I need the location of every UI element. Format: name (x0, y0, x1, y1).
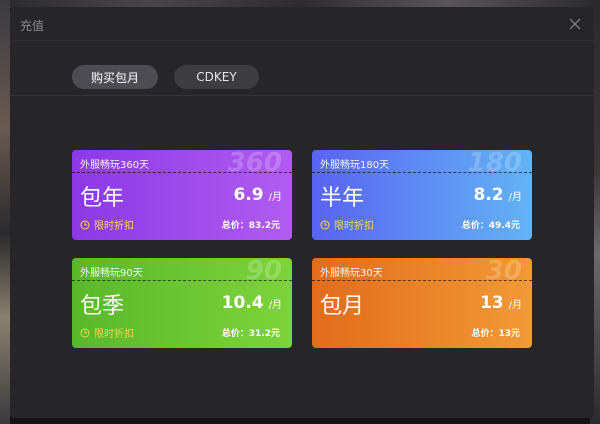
plan-price: 6.9 /月 (234, 185, 283, 205)
plan-card-half-year[interactable]: 外服畅玩180天 180 半年 8.2 /月 限时折扣 总价：49.4元 (312, 150, 532, 240)
plan-watermark: 30 (485, 258, 522, 286)
promo-tag: 限时折扣 (80, 217, 134, 232)
plan-total: 总价：13元 (471, 329, 520, 339)
recharge-dialog: 充值 购买包月 CDKEY 外服畅玩360天 360 包年 6.9 /月 限时折… (10, 7, 594, 418)
plan-total: 总价：83.2元 (221, 221, 280, 231)
clock-icon (320, 220, 330, 229)
divider (312, 280, 532, 281)
plan-name: 包季 (80, 294, 125, 319)
plan-card-quarterly[interactable]: 外服畅玩90天 90 包季 10.4 /月 限时折扣 总价：31.2元 (72, 258, 292, 348)
promo-tag: 限时折扣 (320, 217, 374, 232)
price-value: 8.2 (473, 185, 504, 205)
dialog-titlebar: 充值 (10, 7, 594, 41)
tab-monthly-purchase[interactable]: 购买包月 (72, 65, 158, 89)
plan-watermark: 360 (227, 150, 282, 178)
divider (72, 280, 292, 281)
promo-tag: 限时折扣 (80, 325, 134, 340)
plan-watermark: 90 (245, 258, 282, 286)
divider (72, 172, 292, 173)
plan-total: 总价：31.2元 (221, 329, 280, 339)
background-left (0, 0, 10, 424)
price-value: 13 (479, 293, 504, 313)
plan-duration-label: 外服畅玩360天 (80, 160, 150, 171)
plan-price: 13 /月 (480, 293, 522, 313)
clock-icon (80, 328, 90, 337)
plan-name: 半年 (320, 186, 365, 211)
promo-text: 限时折扣 (334, 221, 374, 232)
price-unit: /月 (508, 300, 522, 311)
price-unit: /月 (268, 300, 282, 311)
price-unit: /月 (508, 192, 522, 203)
tab-cdkey[interactable]: CDKEY (174, 65, 259, 89)
price-value: 6.9 (233, 185, 264, 205)
divider (312, 172, 532, 173)
plan-name: 包月 (320, 294, 365, 319)
clock-icon (80, 220, 90, 229)
tab-bar: 购买包月 CDKEY (10, 40, 594, 96)
price-unit: /月 (268, 192, 282, 203)
plan-card-monthly[interactable]: 外服畅玩30天 30 包月 13 /月 总价：13元 (312, 258, 532, 348)
plan-total: 总价：49.4元 (461, 221, 520, 231)
plan-name: 包年 (80, 186, 125, 211)
promo-text: 限时折扣 (94, 329, 134, 340)
promo-text: 限时折扣 (94, 221, 134, 232)
dialog-title: 充值 (20, 19, 45, 33)
plan-card-yearly[interactable]: 外服畅玩360天 360 包年 6.9 /月 限时折扣 总价：83.2元 (72, 150, 292, 240)
plan-price: 10.4 /月 (222, 293, 282, 313)
plan-price: 8.2 /月 (474, 185, 523, 205)
plan-duration-label: 外服畅玩90天 (80, 268, 143, 279)
plan-duration-label: 外服畅玩180天 (320, 160, 390, 171)
plan-watermark: 180 (467, 150, 522, 178)
plan-duration-label: 外服畅玩30天 (320, 268, 383, 279)
price-value: 10.4 (221, 293, 264, 313)
close-icon[interactable] (568, 16, 582, 30)
